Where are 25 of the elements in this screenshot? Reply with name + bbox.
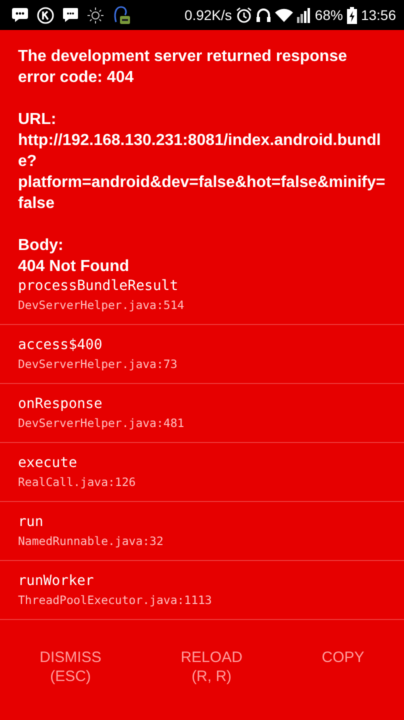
file-location: RealCall.java:126: [18, 474, 137, 491]
action-button[interactable]: DISMISS (ESC): [32, 648, 110, 686]
action-button[interactable]: COPY: [314, 648, 372, 667]
file-location: ThreadPoolExecutor.java:1113: [18, 592, 213, 609]
method-name: processBundleResult: [18, 277, 180, 296]
error-message: URL: http://192.168.130.231:8081/index.android.bundle?platform=android&dev=false&hot=false&minify=false: [18, 110, 386, 214]
method-name: run: [18, 513, 44, 532]
stack-frame[interactable]: runWorker ThreadPoolExecutor.java:1113: [0, 561, 404, 620]
method-name: execute: [18, 454, 78, 473]
stack-frame[interactable]: execute RealCall.java:126: [0, 443, 404, 502]
battery-percent: 68%: [314, 7, 343, 23]
file-location: NamedRunnable.java:32: [18, 533, 164, 550]
method-name: runWorker: [18, 572, 95, 591]
stack-frame[interactable]: onResponse DevServerHelper.java:481: [0, 384, 404, 443]
stack-frame[interactable]: access$400 DevServerHelper.java:73: [0, 325, 404, 384]
method-name: onResponse: [18, 395, 104, 414]
action-button[interactable]: RELOAD (R, R): [172, 648, 250, 686]
error-message: The development server returned response error code: 404: [18, 47, 348, 88]
network-speed: 0.92K/s: [184, 7, 232, 23]
clock-time: 13:56: [360, 7, 396, 23]
file-location: DevServerHelper.java:481: [18, 415, 186, 432]
method-name: access$400: [18, 336, 104, 355]
file-location: DevServerHelper.java:514: [18, 297, 186, 314]
file-location: DevServerHelper.java:73: [18, 356, 178, 373]
stack-frame[interactable]: run NamedRunnable.java:32: [0, 502, 404, 561]
